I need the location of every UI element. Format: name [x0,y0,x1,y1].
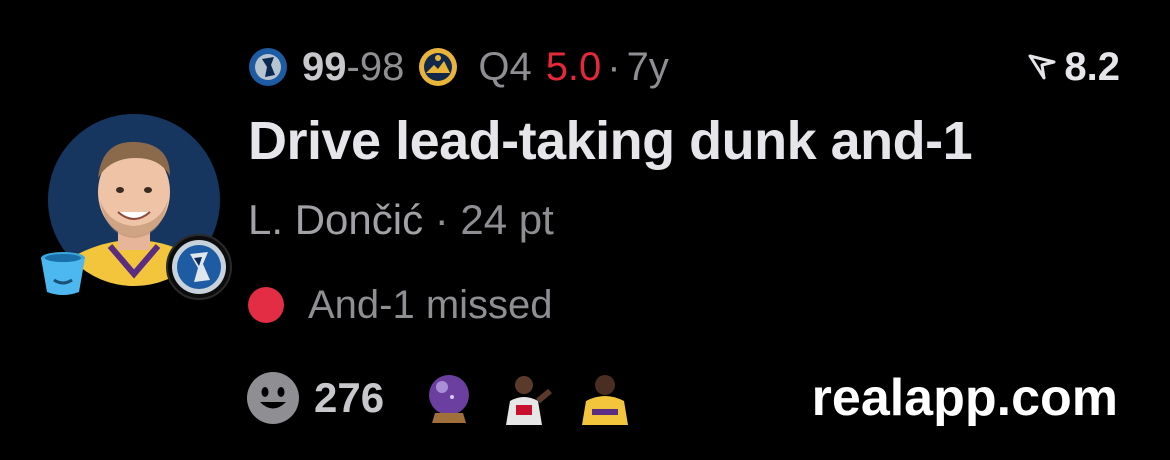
play-status: And-1 missed [248,280,553,330]
player-points: 24 pt [460,196,554,243]
smiley-icon[interactable] [246,371,300,425]
game-clock: 5.0 [545,44,602,89]
reaction-count: 276 [314,374,385,421]
mavericks-badge-icon [166,234,232,300]
home-score: 99 [302,44,347,89]
rating-value: 8.2 [1064,44,1120,89]
away-score: 98 [359,44,405,89]
separator-dot: · [434,196,449,243]
play-title[interactable]: Drive lead-taking dunk and-1 [248,110,973,172]
score-separator: - [346,44,360,89]
player-name[interactable]: L. Dončić [248,196,423,243]
nuggets-logo-icon [418,47,458,87]
status-dot-icon [248,287,284,323]
player-thumb-icon[interactable] [500,371,554,425]
quarter-label: Q4 [478,44,532,89]
bucket-icon [38,250,88,298]
brand-link[interactable]: realapp.com [812,368,1118,428]
status-text: And-1 missed [308,282,553,327]
crystal-ball-icon[interactable] [422,371,476,425]
player-line: L. Dončić · 24 pt [248,196,554,244]
rating-arrow-icon [1028,45,1056,90]
reactions-bar: 276 [246,370,632,426]
separator-dot: · [607,44,621,89]
play-rating: 8.2 [1028,42,1120,92]
mavericks-logo-icon [248,47,288,87]
game-score-line: 99 - 98 Q4 5.0 · 7y [248,40,669,94]
play-age: 7y [626,44,669,89]
player-thumb-icon[interactable] [578,371,632,425]
